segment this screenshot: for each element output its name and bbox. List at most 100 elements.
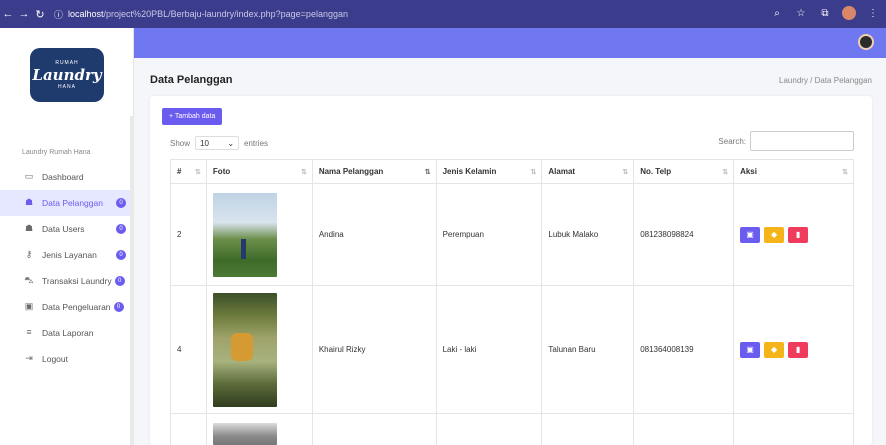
url-path: /project%20PBL/Berbaju-laundry/index.php… — [103, 9, 348, 19]
profile-icon[interactable] — [842, 6, 856, 20]
data-card: + Tambah data Show 10 ⌄ entries Search: … — [150, 96, 872, 445]
column-header-jenis-kelamin[interactable]: Jenis Kelamin ⇅ — [435, 159, 543, 184]
add-data-button[interactable]: + Tambah data — [162, 108, 223, 125]
users-icon: ☗ — [24, 197, 34, 207]
header-label: Foto — [212, 167, 231, 176]
back-icon[interactable]: ← — [0, 8, 16, 20]
url-host: localhost — [68, 9, 104, 19]
entries-value: 10 — [200, 138, 209, 148]
sidebar-item-transaksi-laundry[interactable]: ⛍ Transaksi Laundry 0 — [0, 268, 134, 294]
sidebar-item-label: Dashboard — [42, 172, 84, 182]
count-badge: 0 — [113, 302, 124, 312]
row-nama: Khairul Rizky — [311, 285, 437, 414]
row-alamat: Lubuk Malako — [541, 183, 635, 286]
sort-icon: ⇅ — [722, 169, 729, 176]
header-label: # — [177, 167, 182, 176]
star-icon[interactable]: ☆ — [794, 6, 808, 20]
key-icon: ⚷ — [25, 249, 33, 259]
customer-photo — [212, 422, 277, 445]
sidebar-item-label: Jenis Layanan — [42, 250, 97, 260]
row-telp — [633, 413, 735, 445]
view-photo-button[interactable]: ▣ — [740, 226, 761, 243]
count-badge: 0 — [116, 250, 126, 260]
column-header-nama[interactable]: Nama Pelanggan ⇅ — [311, 159, 437, 184]
header-label: Jenis Kelamin — [442, 167, 497, 176]
header-label: Alamat — [548, 167, 576, 176]
customer-photo — [212, 292, 277, 407]
sidebar-item-label: Logout — [42, 354, 68, 364]
row-nama — [311, 413, 437, 445]
address-bar[interactable]: ⓘ localhost /project%20PBL/Berbaju-laund… — [54, 8, 348, 21]
table-row — [170, 413, 854, 445]
sort-icon: ⇅ — [842, 169, 848, 176]
search-label: Search: — [718, 136, 746, 146]
search-input[interactable] — [750, 131, 854, 151]
sidebar-item-jenis-layanan[interactable]: ⚷ Jenis Layanan 0 — [0, 242, 134, 268]
sidebar-menu: ▭ Dashboard ☗ Data Pelanggan 0 ☗ Data Us… — [0, 164, 134, 372]
row-jenis-kelamin: Perempuan — [435, 183, 543, 286]
row-photo-cell — [205, 183, 313, 286]
sidebar-item-label: Data Pelanggan — [42, 198, 103, 208]
row-number — [170, 413, 207, 445]
pelanggan-table: # ⇅ Foto ⇅ Nama Pelanggan ⇅ Jenis Kelamin ⇅ … — [170, 159, 854, 445]
sidebar-item-label: Data Pengeluaran — [42, 302, 111, 312]
sidebar-item-data-laporan[interactable]: ≡ Data Laporan — [0, 320, 134, 346]
extensions-icon[interactable]: ⧉ — [818, 6, 832, 20]
entries-control: Show 10 ⌄ entries — [170, 136, 268, 150]
row-jenis-kelamin — [435, 413, 543, 445]
sidebar-item-data-users[interactable]: ☗ Data Users 0 — [0, 216, 134, 242]
trash-icon: ▮ — [795, 230, 801, 239]
sort-icon: ⇅ — [300, 169, 307, 176]
forward-icon[interactable]: → — [16, 8, 32, 20]
sidebar-item-label: Data Users — [42, 224, 85, 234]
header-label: Aksi — [740, 167, 757, 176]
logo-sub-text: HANA — [58, 84, 76, 90]
row-alamat — [541, 413, 635, 445]
column-header-telp[interactable]: No. Telp ⇅ — [633, 159, 735, 184]
row-alamat: Talunan Baru — [541, 285, 635, 414]
sort-icon: ⇅ — [195, 169, 201, 176]
delete-button[interactable]: ▮ — [788, 226, 809, 243]
tag-icon: ◆ — [770, 345, 778, 354]
sidebar-item-label: Transaksi Laundry — [42, 276, 112, 286]
menu-icon[interactable]: ⋮ — [866, 6, 880, 20]
page-title: Data Pelanggan — [150, 74, 233, 86]
chevron-down-icon: ⌄ — [227, 138, 235, 148]
header-label: Nama Pelanggan — [318, 167, 384, 176]
row-photo-cell — [205, 413, 313, 445]
row-number: 4 — [170, 285, 207, 414]
header-label: No. Telp — [640, 167, 672, 176]
column-header-aksi[interactable]: Aksi ⇅ — [733, 159, 854, 184]
image-icon: ▣ — [746, 345, 754, 354]
tag-icon: ◆ — [770, 230, 778, 239]
edit-button[interactable]: ◆ — [764, 341, 785, 358]
row-number: 2 — [170, 183, 207, 286]
sidebar-item-data-pengeluaran[interactable]: ▣ Data Pengeluaran 0 — [0, 294, 134, 320]
column-header-foto[interactable]: Foto ⇅ — [205, 159, 313, 184]
brand-name: Laundry Rumah Hana — [22, 149, 91, 156]
column-header-alamat[interactable]: Alamat ⇅ — [541, 159, 635, 184]
row-actions — [733, 413, 854, 445]
breadcrumb: Laundry / Data Pelanggan — [779, 76, 872, 85]
row-actions: ▣ ◆ ▮ — [733, 285, 854, 414]
delete-button[interactable]: ▮ — [788, 341, 809, 358]
count-badge: 0 — [114, 276, 125, 286]
customer-photo — [212, 192, 277, 277]
edit-button[interactable]: ◆ — [764, 226, 785, 243]
row-telp: 081364008139 — [633, 285, 735, 414]
sidebar-scrollbar[interactable] — [130, 116, 134, 445]
browser-toolbar: ← → ↻ ⓘ localhost /project%20PBL/Berbaju… — [0, 0, 886, 28]
column-header-no[interactable]: # ⇅ — [170, 159, 207, 184]
reload-icon[interactable]: ↻ — [32, 8, 48, 21]
avatar[interactable] — [858, 34, 874, 50]
sidebar-item-logout[interactable]: ⇥ Logout — [0, 346, 134, 372]
zoom-icon[interactable]: ⌕ — [770, 6, 784, 20]
logo: RUMAH Laundry HANA — [30, 48, 104, 102]
view-photo-button[interactable]: ▣ — [740, 341, 761, 358]
wallet-icon: ▣ — [24, 301, 34, 311]
sidebar-item-data-pelanggan[interactable]: ☗ Data Pelanggan 0 — [0, 190, 134, 216]
sidebar-item-dashboard[interactable]: ▭ Dashboard — [0, 164, 134, 190]
table-row: 2 Andina Perempuan Lubuk Malako 08123809… — [170, 183, 854, 286]
search-control: Search: — [718, 131, 854, 151]
entries-select[interactable]: 10 ⌄ — [195, 136, 240, 150]
